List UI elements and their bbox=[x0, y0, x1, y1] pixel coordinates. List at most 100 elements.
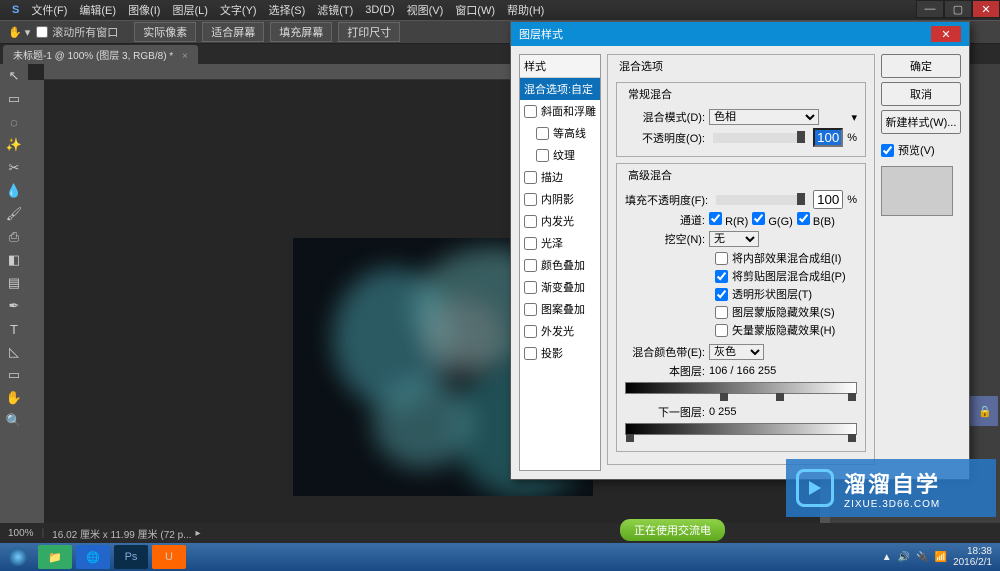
styles-header: 样式 bbox=[520, 55, 600, 78]
under-layer-values: 0 255 bbox=[709, 406, 737, 418]
gradient-tool-icon[interactable]: ▤ bbox=[1, 272, 27, 294]
tab-close-icon[interactable]: × bbox=[182, 51, 188, 62]
channel-b[interactable]: B(B) bbox=[797, 212, 835, 228]
tray-icon[interactable]: 📶 bbox=[935, 552, 947, 563]
style-bevel[interactable]: 斜面和浮雕 bbox=[520, 100, 600, 122]
style-drop-shadow[interactable]: 投影 bbox=[520, 342, 600, 364]
tray-icon[interactable]: 🔌 bbox=[916, 552, 928, 563]
section-blend-options: 混合选项 bbox=[616, 58, 666, 74]
print-size-button[interactable]: 打印尺寸 bbox=[338, 22, 400, 42]
scroll-all-checkbox[interactable]: 滚动所有窗口 bbox=[36, 24, 118, 40]
task-explorer[interactable]: 📁 bbox=[38, 545, 72, 569]
style-pattern-overlay[interactable]: 图案叠加 bbox=[520, 298, 600, 320]
style-inner-glow[interactable]: 内发光 bbox=[520, 210, 600, 232]
menu-edit[interactable]: 编辑(E) bbox=[75, 0, 120, 20]
actual-pixels-button[interactable]: 实际像素 bbox=[134, 22, 196, 42]
wand-tool-icon[interactable]: ✨ bbox=[1, 134, 27, 156]
menu-help[interactable]: 帮助(H) bbox=[503, 0, 548, 20]
menu-view[interactable]: 视图(V) bbox=[403, 0, 448, 20]
type-tool-icon[interactable]: T bbox=[1, 318, 27, 340]
channel-g[interactable]: G(G) bbox=[752, 212, 793, 228]
channel-r[interactable]: R(R) bbox=[709, 212, 748, 228]
menu-layer[interactable]: 图层(L) bbox=[168, 0, 211, 20]
fill-opacity-value[interactable] bbox=[813, 190, 843, 209]
channels-label: 通道: bbox=[625, 212, 705, 228]
fill-opacity-slider[interactable] bbox=[716, 195, 805, 205]
dialog-side-buttons: 确定 取消 新建样式(W)... 预览(V) bbox=[881, 54, 961, 471]
tray-icon[interactable]: ▲ bbox=[882, 552, 892, 563]
shape-tool-icon[interactable]: ▭ bbox=[1, 364, 27, 386]
zoom-tool-icon[interactable]: 🔍 bbox=[1, 410, 27, 432]
menu-file[interactable]: 文件(F) bbox=[27, 0, 71, 20]
document-tab[interactable]: 未标题-1 @ 100% (图层 3, RGB/8) * × bbox=[3, 45, 198, 64]
style-stroke[interactable]: 描边 bbox=[520, 166, 600, 188]
styles-list: 样式 混合选项:自定 斜面和浮雕 等高线 纹理 描边 内阴影 内发光 光泽 颜色… bbox=[519, 54, 601, 471]
cb-transparency-shapes[interactable] bbox=[715, 288, 728, 301]
taskbar-clock[interactable]: 18:382016/2/1 bbox=[953, 546, 992, 568]
stamp-tool-icon[interactable]: ⎙ bbox=[1, 226, 27, 248]
eyedropper-tool-icon[interactable]: 💧 bbox=[1, 180, 27, 202]
menu-window[interactable]: 窗口(W) bbox=[451, 0, 499, 20]
under-layer-gradient[interactable] bbox=[625, 423, 857, 435]
opacity-value[interactable] bbox=[813, 128, 843, 147]
fit-screen-button[interactable]: 适合屏幕 bbox=[202, 22, 264, 42]
menu-type[interactable]: 文字(Y) bbox=[216, 0, 261, 20]
this-layer-values: 106 / 166 255 bbox=[709, 365, 776, 377]
dialog-titlebar[interactable]: 图层样式 ✕ bbox=[511, 22, 969, 46]
opacity-slider[interactable] bbox=[713, 133, 805, 143]
menu-3d[interactable]: 3D(D) bbox=[361, 2, 398, 18]
hand-tool-icon[interactable]: ✋ ▾ bbox=[8, 26, 30, 39]
path-tool-icon[interactable]: ◺ bbox=[1, 341, 27, 363]
blendif-select[interactable]: 灰色 bbox=[709, 344, 764, 360]
task-photoshop[interactable]: Ps bbox=[114, 545, 148, 569]
style-color-overlay[interactable]: 颜色叠加 bbox=[520, 254, 600, 276]
style-satin[interactable]: 光泽 bbox=[520, 232, 600, 254]
new-style-button[interactable]: 新建样式(W)... bbox=[881, 110, 961, 134]
hand-tool-icon[interactable]: ✋ bbox=[1, 387, 27, 409]
blend-options-item[interactable]: 混合选项:自定 bbox=[520, 78, 600, 100]
knockout-select[interactable]: 无 bbox=[709, 231, 759, 247]
this-layer-gradient[interactable] bbox=[625, 382, 857, 394]
style-texture[interactable]: 纹理 bbox=[520, 144, 600, 166]
task-browser[interactable]: 🌐 bbox=[76, 545, 110, 569]
cancel-button[interactable]: 取消 bbox=[881, 82, 961, 106]
fill-screen-button[interactable]: 填充屏幕 bbox=[270, 22, 332, 42]
tray-icon[interactable]: 🔊 bbox=[898, 552, 910, 563]
lasso-tool-icon[interactable]: ◌ bbox=[1, 111, 27, 133]
dialog-close-button[interactable]: ✕ bbox=[931, 26, 961, 42]
style-outer-glow[interactable]: 外发光 bbox=[520, 320, 600, 342]
eraser-tool-icon[interactable]: ◧ bbox=[1, 249, 27, 271]
marquee-tool-icon[interactable]: ▭ bbox=[1, 88, 27, 110]
style-inner-shadow[interactable]: 内阴影 bbox=[520, 188, 600, 210]
minimize-button[interactable]: — bbox=[916, 0, 944, 18]
cb-layer-mask-hides[interactable] bbox=[715, 306, 728, 319]
move-tool-icon[interactable]: ↖ bbox=[1, 65, 27, 87]
chevron-down-icon[interactable]: ▾ bbox=[851, 111, 857, 124]
brush-tool-icon[interactable]: 🖌 bbox=[1, 203, 27, 225]
style-gradient-overlay[interactable]: 渐变叠加 bbox=[520, 276, 600, 298]
cb-inner-effects[interactable] bbox=[715, 252, 728, 265]
style-contour[interactable]: 等高线 bbox=[520, 122, 600, 144]
cb-clip-layers[interactable] bbox=[715, 270, 728, 283]
layer-style-dialog: 图层样式 ✕ 样式 混合选项:自定 斜面和浮雕 等高线 纹理 描边 内阴影 内发… bbox=[510, 21, 970, 480]
zoom-level[interactable]: 100% bbox=[8, 528, 34, 539]
opacity-label: 不透明度(O): bbox=[625, 130, 705, 146]
ok-button[interactable]: 确定 bbox=[881, 54, 961, 78]
menu-image[interactable]: 图像(I) bbox=[124, 0, 164, 20]
dialog-title: 图层样式 bbox=[519, 26, 563, 42]
preview-checkbox[interactable]: 预览(V) bbox=[881, 142, 961, 158]
task-uc[interactable]: U bbox=[152, 545, 186, 569]
power-notification: 正在使用交流电 bbox=[620, 519, 725, 541]
maximize-button[interactable]: ▢ bbox=[944, 0, 972, 18]
crop-tool-icon[interactable]: ✂ bbox=[1, 157, 27, 179]
cb-vector-mask-hides[interactable] bbox=[715, 324, 728, 337]
pen-tool-icon[interactable]: ✒ bbox=[1, 295, 27, 317]
menu-filter[interactable]: 滤镜(T) bbox=[313, 0, 357, 20]
watermark: 溜溜自学 ZIXUE.3D66.COM bbox=[786, 459, 996, 517]
close-button[interactable]: ✕ bbox=[972, 0, 1000, 18]
start-button[interactable] bbox=[0, 543, 36, 571]
preview-thumbnail bbox=[881, 166, 953, 216]
menu-select[interactable]: 选择(S) bbox=[265, 0, 310, 20]
blend-mode-select[interactable]: 色相 bbox=[709, 109, 819, 125]
watermark-subtitle: ZIXUE.3D66.COM bbox=[844, 499, 940, 510]
